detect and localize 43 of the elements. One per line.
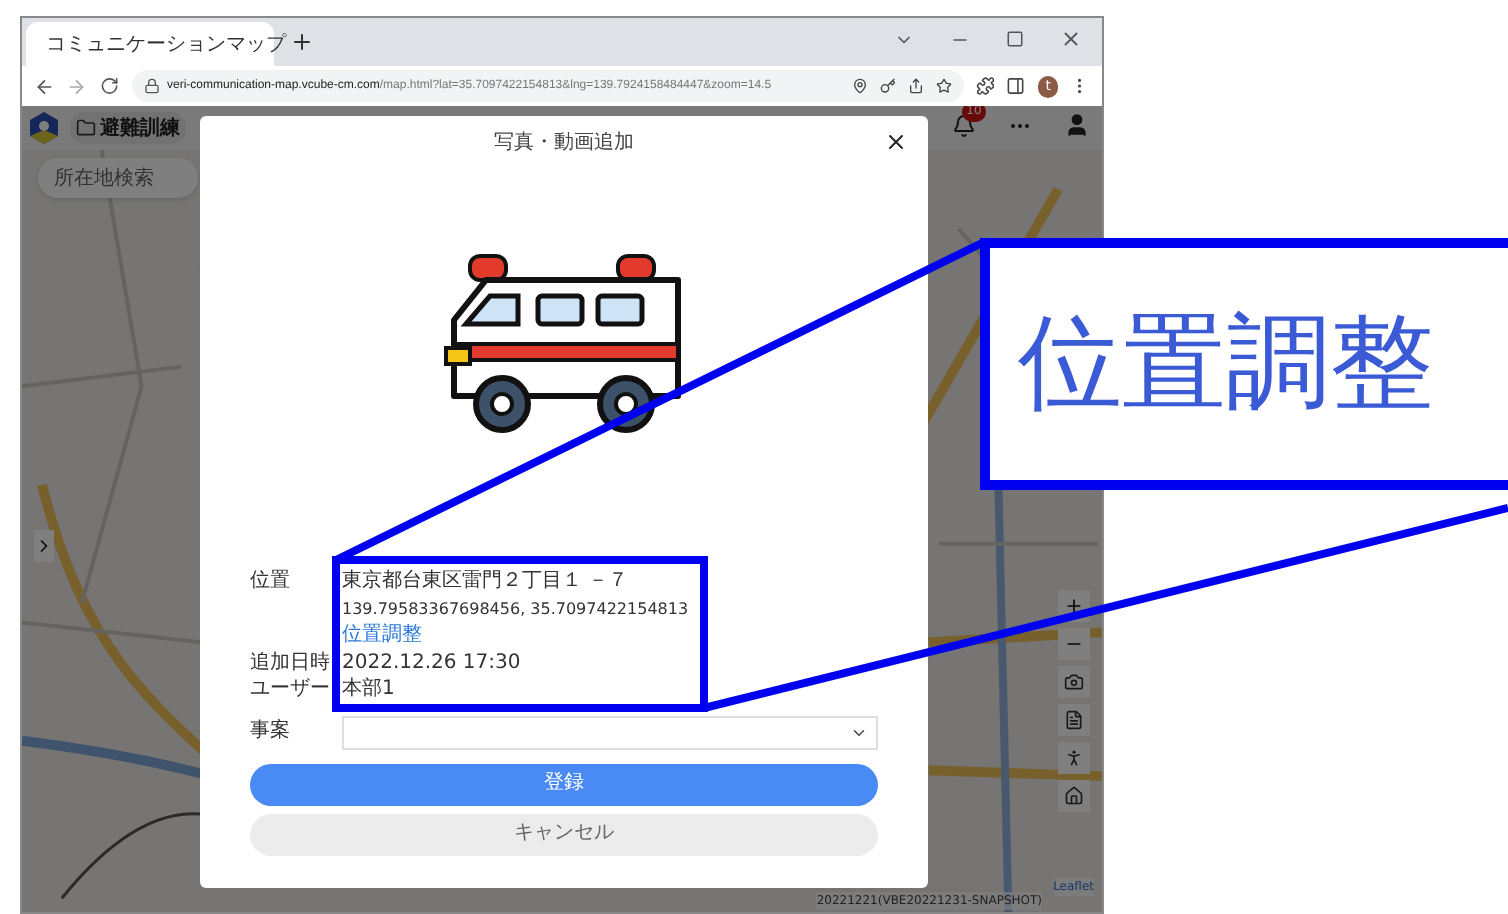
back-icon[interactable] [34, 75, 55, 97]
field-label: ユーザー [250, 676, 332, 703]
register-button[interactable]: 登録 [250, 763, 878, 805]
field-label: 位置 [250, 568, 292, 596]
share-icon[interactable] [907, 78, 924, 94]
search-field[interactable]: 所在地検索 [38, 158, 198, 198]
zoom-out-button[interactable] [1058, 628, 1090, 660]
camera-icon [1064, 672, 1084, 692]
lock-icon [143, 78, 159, 94]
sidebar-toggle-button[interactable] [34, 530, 54, 562]
magnified-text: 位置調整 [1018, 302, 1434, 428]
folder-button[interactable]: 避難訓練 [70, 112, 186, 144]
bell-icon[interactable] [952, 113, 976, 137]
new-tab-icon[interactable] [290, 30, 314, 54]
reload-icon[interactable] [99, 76, 119, 96]
location-icon[interactable] [851, 78, 868, 94]
close-icon[interactable] [884, 130, 908, 154]
document-button[interactable] [1058, 704, 1090, 736]
app-logo-icon [30, 112, 58, 144]
cancel-button[interactable]: キャンセル [250, 813, 878, 855]
field-label: 事案 [250, 718, 292, 746]
plus-icon [1064, 596, 1084, 616]
home-button[interactable] [1058, 780, 1090, 812]
dialog-title: 写真・動画追加 [494, 129, 634, 157]
tab-title: コミュニケーションマップ [46, 31, 286, 59]
field-value: 本部1 [342, 676, 395, 703]
person-button[interactable] [1058, 742, 1090, 774]
folder-icon [76, 118, 96, 138]
field-label: 追加日時 [250, 649, 332, 676]
user-icon[interactable] [1064, 112, 1090, 138]
coordinates-text: 139.79583367698456, 35.7097422154813 [342, 597, 689, 621]
document-icon [1064, 710, 1084, 730]
home-icon [1064, 786, 1084, 806]
extensions-icon[interactable] [975, 76, 995, 96]
camera-button[interactable] [1058, 666, 1090, 698]
side-panel-icon[interactable] [1006, 76, 1026, 96]
maximize-icon[interactable] [1006, 30, 1024, 48]
address-text: 東京都台東区雷門２丁目１ －７ [342, 568, 631, 595]
key-icon[interactable] [879, 78, 896, 94]
person-icon [1064, 748, 1084, 768]
bookmark-star-icon[interactable] [935, 78, 952, 94]
field-value: 2022.12.26 17:30 [342, 649, 521, 676]
adjust-position-link[interactable]: 位置調整 [342, 622, 422, 649]
